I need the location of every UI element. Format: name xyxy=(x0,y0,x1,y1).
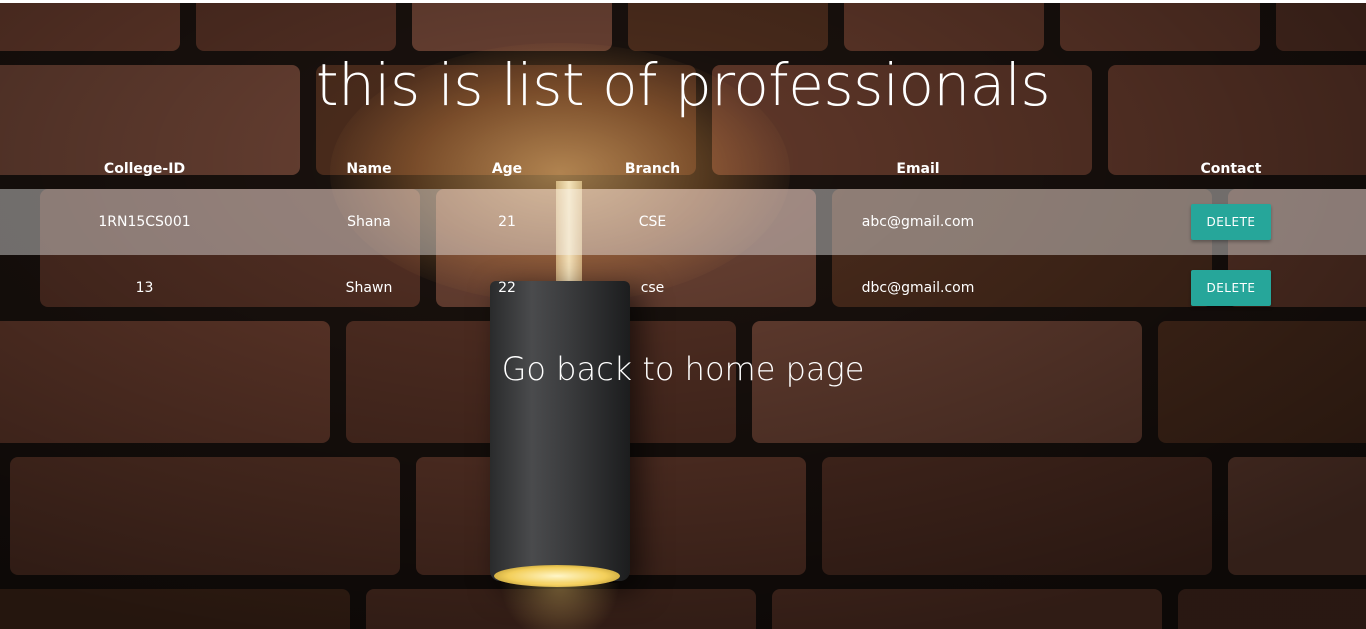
table-header-row: College-ID Name Age Branch Email Contact xyxy=(0,149,1366,189)
cell-age: 22 xyxy=(498,280,516,296)
cell-contact: DELETE xyxy=(1096,189,1366,255)
cell-contact: DELETE xyxy=(1096,255,1366,321)
cell-email: dbc@gmail.com xyxy=(861,280,975,296)
table-row: 13 Shawn 22 cse dbc@gmail.com DELETE xyxy=(0,255,1366,321)
cell-name: Shana xyxy=(289,189,449,255)
header-college-id: College-ID xyxy=(103,161,186,177)
lamp-body xyxy=(490,281,630,581)
professionals-table: College-ID Name Age Branch Email Contact… xyxy=(0,149,1366,321)
cell-branch: cse xyxy=(640,280,665,296)
header-age: Age xyxy=(491,161,523,177)
cell-email: abc@gmail.com xyxy=(740,189,1096,255)
cell-age: 21 xyxy=(449,189,565,255)
header-contact: Contact xyxy=(1200,161,1262,177)
cell-branch: CSE xyxy=(565,189,740,255)
delete-button[interactable]: DELETE xyxy=(1191,204,1271,240)
header-branch: Branch xyxy=(624,161,681,177)
page: this is list of professionals College-ID… xyxy=(0,0,1366,629)
delete-button[interactable]: DELETE xyxy=(1191,270,1271,306)
cell-college-id: 13 xyxy=(135,280,154,296)
cell-college-id: 1RN15CS001 xyxy=(0,189,289,255)
table-row: 1RN15CS001 Shana 21 CSE abc@gmail.com DE… xyxy=(0,189,1366,255)
lamp-down-light xyxy=(500,583,620,629)
home-page-link[interactable]: Go back to home page xyxy=(0,347,1366,391)
header-name: Name xyxy=(346,161,392,177)
header-email: Email xyxy=(896,161,940,177)
page-title: this is list of professionals xyxy=(315,51,1051,119)
cell-name: Shawn xyxy=(345,280,393,296)
